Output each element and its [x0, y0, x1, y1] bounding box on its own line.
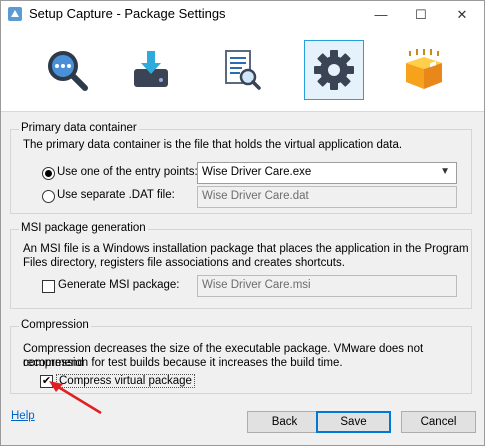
- back-button[interactable]: Back: [247, 411, 322, 433]
- generate-msi-label: Generate MSI package:: [58, 279, 180, 291]
- msi-file-field[interactable]: Wise Driver Care.msi: [197, 275, 457, 297]
- step-install[interactable]: [121, 40, 181, 100]
- magnifier-icon: [48, 51, 88, 91]
- msi-file-value: Wise Driver Care.msi: [202, 279, 311, 291]
- minimize-button[interactable]: —: [361, 1, 401, 28]
- dat-file-field[interactable]: Wise Driver Care.dat: [197, 186, 457, 208]
- entry-point-value: Wise Driver Care.exe: [202, 166, 312, 178]
- step-review[interactable]: [211, 40, 271, 100]
- gear-icon: [314, 50, 354, 90]
- dat-file-value: Wise Driver Care.dat: [202, 190, 309, 202]
- step-search[interactable]: [37, 40, 97, 100]
- save-button[interactable]: Save: [316, 411, 391, 433]
- msi-description-line2: Files directory, registers file associat…: [23, 257, 345, 269]
- primary-data-container-legend: Primary data container: [19, 122, 139, 134]
- separate-dat-radio[interactable]: [42, 190, 55, 203]
- annotation-arrow: [49, 381, 102, 415]
- primary-description: The primary data container is the file t…: [23, 139, 403, 151]
- msi-legend: MSI package generation: [19, 222, 148, 234]
- step-build[interactable]: [393, 40, 453, 100]
- generate-msi-checkbox[interactable]: [42, 280, 55, 293]
- package-box-icon: [406, 49, 442, 89]
- title-bar: Setup Capture - Package Settings — ☐ ✕: [1, 1, 484, 28]
- entry-point-label: Use one of the entry points:: [57, 166, 198, 178]
- entry-point-radio[interactable]: [42, 167, 55, 180]
- compression-legend: Compression: [19, 319, 91, 331]
- msi-generation-group: MSI package generation An MSI file is a …: [10, 222, 472, 309]
- primary-data-container-group: Primary data container The primary data …: [10, 122, 472, 214]
- document-search-icon: [225, 50, 261, 90]
- close-button[interactable]: ✕: [442, 1, 482, 28]
- window-title: Setup Capture - Package Settings: [29, 6, 226, 21]
- app-icon: [8, 7, 22, 21]
- separate-dat-label: Use separate .DAT file:: [57, 189, 175, 201]
- setup-capture-window: Setup Capture - Package Settings — ☐ ✕ P…: [0, 0, 485, 446]
- step-package-settings[interactable]: [304, 40, 364, 100]
- entry-point-select[interactable]: Wise Driver Care.exe ▼: [197, 162, 457, 184]
- msi-description-line1: An MSI file is a Windows installation pa…: [23, 243, 469, 255]
- cancel-button[interactable]: Cancel: [401, 411, 476, 433]
- wizard-steps-toolbar: [1, 28, 484, 112]
- chevron-down-icon: ▼: [440, 166, 450, 177]
- compression-description-line2: compression for test builds because it i…: [23, 357, 343, 369]
- maximize-button[interactable]: ☐: [401, 1, 441, 28]
- help-link[interactable]: Help: [11, 410, 35, 422]
- download-disk-icon: [134, 51, 168, 87]
